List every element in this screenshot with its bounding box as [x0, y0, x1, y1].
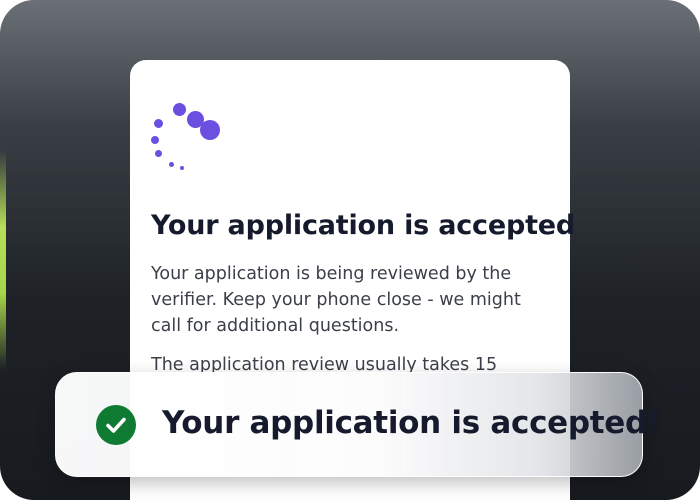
card-description: Your application is being reviewed by th…	[151, 264, 521, 336]
success-toast: Your application is accepted!	[55, 372, 661, 477]
check-circle-icon	[96, 405, 136, 445]
toast-message: Your application is accepted!	[162, 405, 661, 441]
loading-spinner-icon	[150, 100, 222, 172]
app-frame: Your application is accepted Your applic…	[0, 0, 700, 500]
card-title: Your application is accepted	[151, 210, 576, 241]
side-accent	[0, 150, 6, 370]
